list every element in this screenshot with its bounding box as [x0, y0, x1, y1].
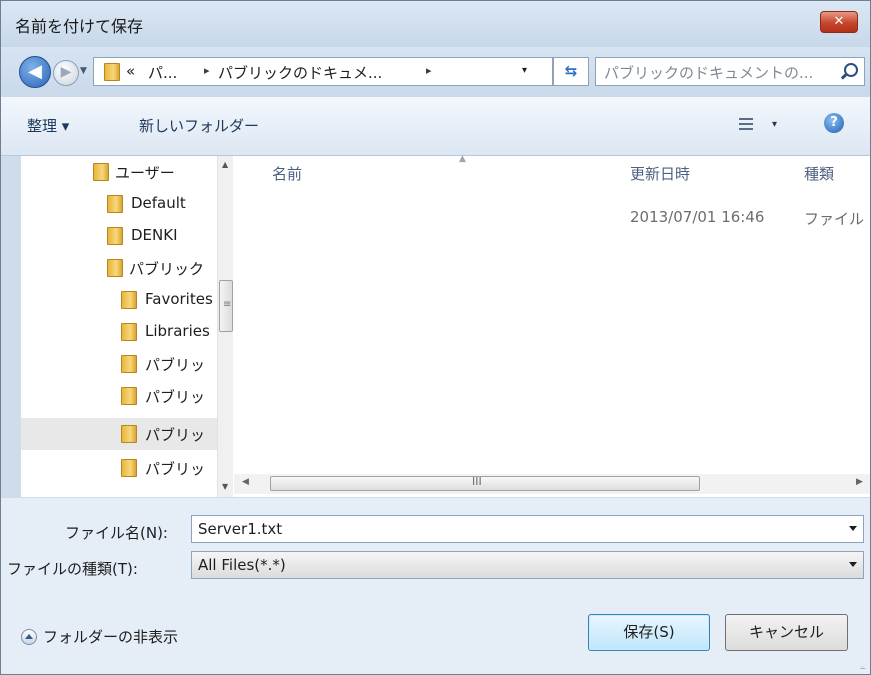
nav-item-label: Default	[131, 194, 186, 212]
filetype-select[interactable]: All Files(*.*)	[191, 551, 864, 579]
folder-icon	[107, 259, 123, 277]
file-modified-cell: 2013/07/01 16:46	[630, 208, 765, 226]
nav-item-label: DENKI	[131, 226, 178, 244]
nav-item-label: パブリック	[129, 260, 205, 278]
breadcrumb-overflow[interactable]: «	[126, 62, 135, 80]
organize-menu-button[interactable]: 整理 ▾	[27, 115, 69, 136]
filetype-value: All Files(*.*)	[198, 556, 286, 574]
folder-icon	[121, 355, 137, 373]
folder-icon	[107, 195, 123, 213]
scroll-right-arrow-icon[interactable]: ▶	[856, 477, 863, 487]
folder-icon	[121, 291, 137, 309]
view-options-icon[interactable]	[739, 117, 753, 131]
nav-item-label: パブリッ	[145, 460, 206, 478]
close-button[interactable]: ✕	[820, 11, 858, 33]
browser-area: ユーザー Default DENKI パブリック Favorites Libra…	[21, 154, 870, 497]
breadcrumb-public-documents[interactable]: パブリックのドキュメ...	[218, 62, 382, 83]
scroll-up-arrow-icon[interactable]: ▲	[222, 160, 228, 169]
collapse-icon	[21, 628, 37, 645]
column-header-modified[interactable]: 更新日時	[630, 163, 690, 184]
address-dropdown-icon[interactable]: ▾	[522, 65, 527, 76]
nav-item-public[interactable]: パブリック	[21, 252, 217, 284]
back-button[interactable]: ◀	[19, 56, 51, 88]
nav-item-label: パブリッ	[145, 356, 206, 374]
nav-item-public-sub[interactable]: パブリッ	[21, 380, 217, 412]
title-bar[interactable]: 名前を付けて保存 ✕	[1, 1, 870, 47]
nav-item-public-sub[interactable]: パブリッ	[21, 452, 217, 484]
forward-button[interactable]: ▶	[53, 60, 79, 86]
user-folder-icon	[107, 227, 123, 245]
search-input[interactable]: パブリックのドキュメントの...	[595, 57, 865, 86]
nav-item-libraries[interactable]: Libraries	[21, 316, 217, 348]
nav-item-public-sub[interactable]: パブリッ	[21, 348, 217, 380]
folder-icon	[121, 387, 137, 405]
nav-item-users[interactable]: ユーザー	[21, 156, 217, 188]
nav-item-label: パブリッ	[145, 388, 206, 406]
file-list: 名前 ▲ 更新日時 種類 2013/07/01 16:46 ファイル ◀ III…	[234, 154, 870, 497]
cancel-button[interactable]: キャンセル	[725, 614, 848, 651]
view-dropdown-icon[interactable]: ▾	[772, 119, 777, 130]
scroll-grip: III	[472, 475, 482, 488]
help-icon[interactable]: ?	[824, 113, 844, 133]
breadcrumb-separator-icon[interactable]: ▸	[204, 64, 210, 77]
search-icon[interactable]	[844, 63, 858, 77]
navigation-pane: ユーザー Default DENKI パブリック Favorites Libra…	[21, 156, 233, 497]
filetype-label: ファイルの種類(T):	[7, 560, 138, 578]
resize-grip-icon[interactable]: ∸	[859, 664, 866, 673]
search-placeholder: パブリックのドキュメントの...	[604, 64, 814, 82]
nav-vertical-scrollbar[interactable]: ▲ ≡ ▼	[217, 156, 233, 497]
column-header-name[interactable]: 名前	[272, 163, 302, 184]
scroll-thumb[interactable]	[270, 476, 700, 491]
sort-ascending-icon: ▲	[459, 154, 466, 164]
scroll-thumb[interactable]: ≡	[219, 280, 233, 332]
nav-item-favorites[interactable]: Favorites	[21, 284, 217, 316]
nav-item-public-sub-selected[interactable]: パブリッ	[21, 418, 217, 450]
recent-pages-dropdown-icon[interactable]: ▼	[80, 66, 87, 76]
scroll-down-arrow-icon[interactable]: ▼	[222, 482, 228, 491]
breadcrumb-separator-icon[interactable]: ▸	[426, 64, 432, 77]
nav-item-label: パブリッ	[145, 426, 206, 444]
file-horizontal-scrollbar[interactable]: ◀ III ▶	[234, 474, 870, 494]
filename-field[interactable]: Server1.txt	[191, 515, 864, 543]
file-type-cell: ファイル	[804, 210, 865, 228]
filename-label: ファイル名(N):	[65, 524, 168, 542]
nav-item-denki[interactable]: DENKI	[21, 220, 217, 252]
new-folder-button[interactable]: 新しいフォルダー	[139, 115, 259, 136]
nav-item-label: Favorites	[145, 290, 213, 308]
window-title: 名前を付けて保存	[15, 17, 144, 36]
file-name-cell[interactable]	[264, 198, 398, 224]
address-bar[interactable]: « パ... ▸ パブリックのドキュメ... ▸ ▾	[93, 57, 553, 86]
folder-icon	[121, 323, 137, 341]
nav-item-label: Libraries	[145, 322, 210, 340]
hide-folders-button[interactable]: フォルダーの非表示	[21, 626, 178, 647]
filename-value[interactable]: Server1.txt	[198, 520, 282, 538]
column-header-type[interactable]: 種類	[804, 163, 834, 184]
folder-icon	[104, 63, 120, 81]
save-options-panel: ファイル名(N): Server1.txt ファイルの種類(T): All Fi…	[1, 498, 870, 674]
save-button[interactable]: 保存(S)	[588, 614, 710, 651]
save-as-dialog: 名前を付けて保存 ✕ ◀ ▶ ▼ « パ... ▸ パブリックのドキュメ... …	[0, 0, 871, 675]
refresh-icon[interactable]: ⇆	[553, 57, 589, 86]
folder-icon	[121, 425, 137, 443]
chevron-down-icon[interactable]	[849, 562, 857, 567]
command-toolbar: 整理 ▾ 新しいフォルダー ▾ ?	[1, 97, 870, 156]
nav-item-label: ユーザー	[115, 164, 175, 182]
nav-item-default[interactable]: Default	[21, 188, 217, 220]
navigation-bar: ◀ ▶ ▼ « パ... ▸ パブリックのドキュメ... ▸ ▾ ⇆ パブリック…	[1, 47, 870, 97]
scroll-left-arrow-icon[interactable]: ◀	[242, 477, 249, 487]
folder-icon	[93, 163, 109, 181]
folder-icon	[121, 459, 137, 477]
hide-folders-label: フォルダーの非表示	[43, 628, 179, 646]
chevron-down-icon[interactable]	[849, 526, 857, 531]
breadcrumb-public-short[interactable]: パ...	[148, 62, 177, 83]
